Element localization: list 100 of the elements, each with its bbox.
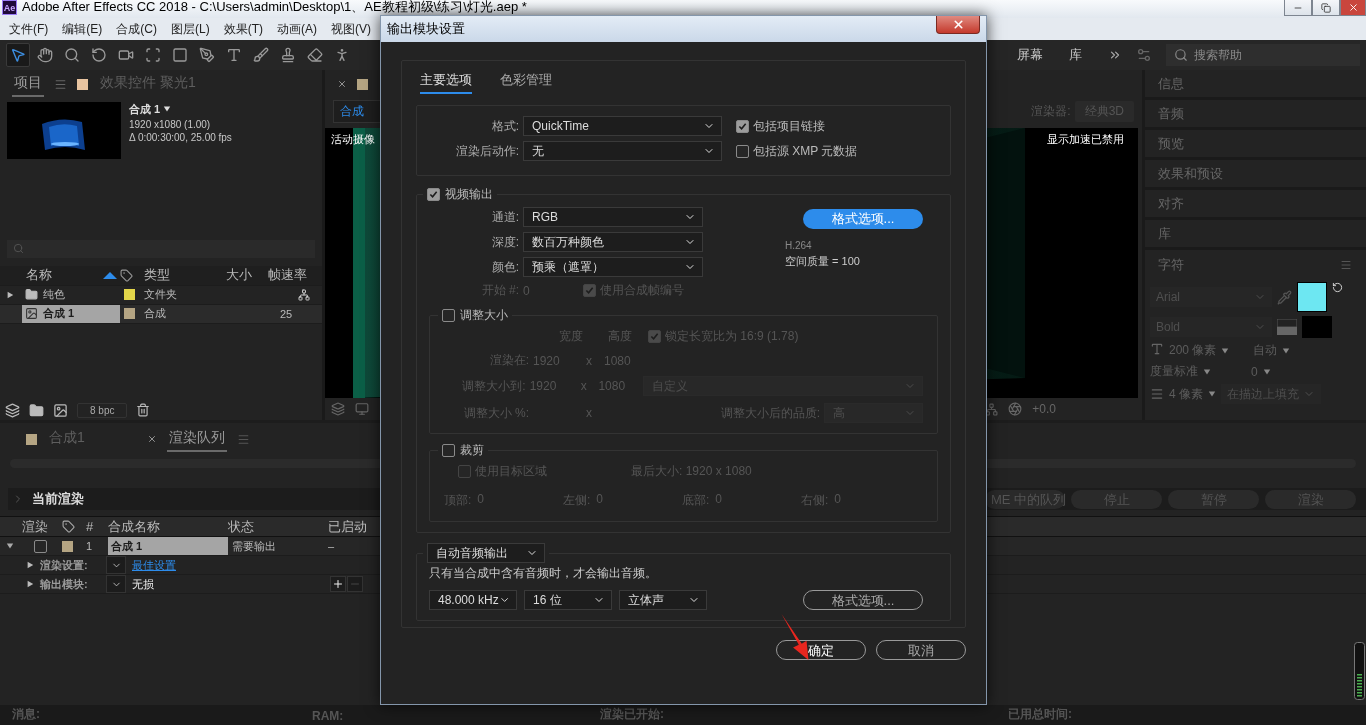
pointer-icon[interactable] — [6, 43, 30, 67]
column-header[interactable]: 已启动 — [328, 517, 372, 536]
comp-duration: Δ 0:00:30:00, 25.00 fps — [129, 132, 232, 143]
fill-color-swatch[interactable] — [1297, 282, 1327, 312]
caret-icon — [1208, 390, 1216, 398]
dialog-tab[interactable]: 主要选项 — [420, 66, 472, 94]
composition-icon — [25, 307, 38, 320]
restore-button[interactable] — [1312, 0, 1340, 16]
close-button[interactable] — [1340, 0, 1366, 16]
checkmark-icon — [738, 121, 747, 131]
section-label: 调整大小 — [460, 307, 508, 324]
panel-tab[interactable]: 渲染队列 — [166, 426, 227, 452]
checkbox[interactable] — [583, 284, 596, 297]
checkbox[interactable] — [442, 309, 455, 322]
workspace-tab[interactable]: 库 — [1069, 46, 1094, 64]
menu-item[interactable]: 合成(C) — [109, 20, 164, 38]
menu-item[interactable]: 动画(A) — [270, 20, 324, 38]
flowchart-icon[interactable] — [298, 288, 310, 301]
checkbox[interactable] — [736, 144, 749, 158]
level-meter-icon — [1354, 642, 1365, 700]
expand-icon — [26, 580, 34, 588]
dropdown[interactable]: 自动音频输出 — [427, 543, 545, 563]
menu-item[interactable]: 图层(L) — [164, 20, 217, 38]
expand-icon — [26, 561, 34, 569]
column-header[interactable]: # — [86, 519, 108, 534]
new-composition-icon[interactable] — [53, 402, 68, 418]
table-cell: 合成 1 — [108, 537, 228, 555]
swap-colors-icon[interactable] — [1332, 282, 1343, 293]
section-label: 视频输出 — [445, 186, 493, 203]
table-cell-text: – — [328, 540, 336, 552]
comp-size: 1920 x1080 (1.00) — [129, 119, 212, 130]
dialog-tab[interactable]: 色彩管理 — [500, 66, 552, 94]
add-button[interactable] — [330, 576, 346, 592]
close-icon[interactable] — [337, 79, 347, 89]
column-header[interactable]: 合成名称 — [108, 517, 228, 536]
dropdown[interactable]: QuickTime — [523, 116, 722, 136]
checkbox[interactable] — [34, 539, 47, 553]
setting-label: 渲染设置: — [40, 557, 89, 573]
field-label: 通道: — [490, 208, 519, 226]
table-cell-text: 1 — [86, 540, 94, 552]
column-header[interactable]: 大小 — [226, 266, 252, 284]
workspace-tab[interactable]: 屏幕 — [1017, 46, 1055, 64]
close-icon[interactable] — [146, 434, 157, 444]
checkmark-icon — [429, 190, 438, 199]
bpc-button[interactable]: 8 bpc — [77, 402, 128, 418]
column-header[interactable]: 渲染 — [22, 517, 62, 536]
checkbox[interactable] — [736, 119, 749, 133]
dropdown[interactable]: 预乘（遮罩） — [523, 257, 703, 277]
delete-icon[interactable] — [136, 403, 151, 417]
dropdown[interactable]: 48.000 kHz — [429, 590, 517, 610]
table-cell: 合成 — [144, 306, 166, 321]
flowchart-icon[interactable] — [985, 402, 999, 416]
checkbox[interactable] — [458, 465, 471, 478]
dropdown[interactable]: 无 — [523, 141, 722, 161]
app-logo: Ae — [2, 0, 17, 15]
menu-item[interactable]: 视图(V) — [324, 20, 378, 38]
audio-note: 只有当合成中含有音频时，才会输出音频。 — [429, 565, 658, 582]
minimize-button[interactable] — [1284, 0, 1312, 16]
more-icon[interactable] — [1108, 48, 1122, 62]
exposure-icon[interactable] — [1008, 402, 1023, 416]
checkbox[interactable] — [648, 330, 661, 343]
column-header[interactable]: 帧速率 — [268, 266, 307, 284]
dropdown[interactable]: 立体声 — [619, 590, 707, 610]
new-folder-icon[interactable] — [29, 402, 44, 418]
dropdown[interactable]: 16 位 — [524, 590, 612, 610]
column-header[interactable]: 状态 — [228, 517, 328, 536]
setting-label: 输出模块: — [40, 576, 89, 592]
project-item[interactable]: 纯色 — [22, 285, 120, 304]
column-header[interactable]: 类型 — [144, 266, 170, 284]
column-header[interactable]: 名称 — [26, 266, 52, 284]
menu-icon[interactable] — [54, 77, 67, 91]
dropdown[interactable]: RGB — [523, 207, 703, 227]
notice-label: 显示加速已禁用 — [1047, 132, 1124, 147]
setting-link[interactable]: 最佳设置 — [132, 557, 176, 573]
close-button[interactable] — [936, 16, 980, 34]
menu-item[interactable]: 效果(T) — [216, 20, 270, 38]
codec-label: H.264 — [785, 240, 813, 251]
camera-label: 活动摄像 — [331, 132, 375, 147]
status-label: 消息: — [12, 706, 41, 723]
field-label: 渲染后动作: — [454, 142, 519, 160]
search-icon — [13, 243, 24, 254]
checkbox[interactable] — [442, 444, 455, 457]
expand-icon — [6, 290, 14, 299]
composition-tab[interactable]: 合成 — [333, 99, 380, 123]
menu-item[interactable]: 文件(F) — [2, 20, 56, 38]
caret-icon — [1203, 367, 1211, 376]
table-cell-text: 需要输出 — [231, 538, 277, 554]
quality-label: 空间质量 = 100 — [785, 254, 861, 269]
dropdown[interactable]: 数百万种颜色 — [523, 232, 703, 252]
panel-tab[interactable]: 项目 — [12, 71, 44, 97]
sort-icon — [103, 271, 117, 279]
label-swatch — [357, 78, 368, 90]
checkbox[interactable] — [427, 188, 440, 201]
menu-item[interactable]: 编辑(E) — [55, 20, 110, 38]
dialog-title: 输出模块设置 — [387, 20, 465, 38]
default-colors-icon[interactable] — [1277, 319, 1297, 335]
window-title: Adobe After Effects CC 2018 - C:\Users\admin\Desktop\1、AE教程初级\练习\灯光.aep * — [22, 0, 527, 14]
status-label: 已用总时间: — [1008, 706, 1073, 723]
search-field[interactable] — [7, 239, 315, 258]
stroke-color-swatch[interactable] — [1302, 316, 1332, 338]
